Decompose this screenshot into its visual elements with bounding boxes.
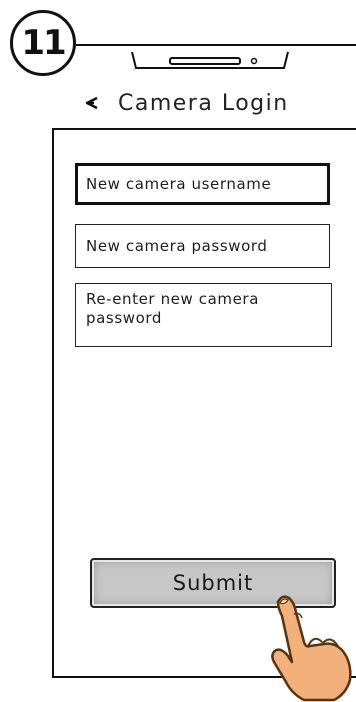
reenter-password-placeholder: Re-enter new camera password [86,290,259,327]
phone-speaker-icon [131,51,289,69]
username-placeholder: New camera username [86,174,272,193]
nav-bar: Camera Login [84,88,289,118]
step-number: 11 [21,23,66,63]
password-placeholder: New camera password [86,236,268,255]
step-number-badge: 11 [10,10,76,76]
password-input[interactable]: New camera password [75,224,330,268]
reenter-password-input[interactable]: Re-enter new camera password [75,283,332,347]
phone-frame-top [76,44,356,46]
username-input[interactable]: New camera username [75,163,330,205]
pointing-hand-icon [271,595,352,702]
page-title: Camera Login [118,90,289,116]
submit-label: Submit [172,571,254,595]
back-arrow-icon[interactable] [84,95,100,111]
